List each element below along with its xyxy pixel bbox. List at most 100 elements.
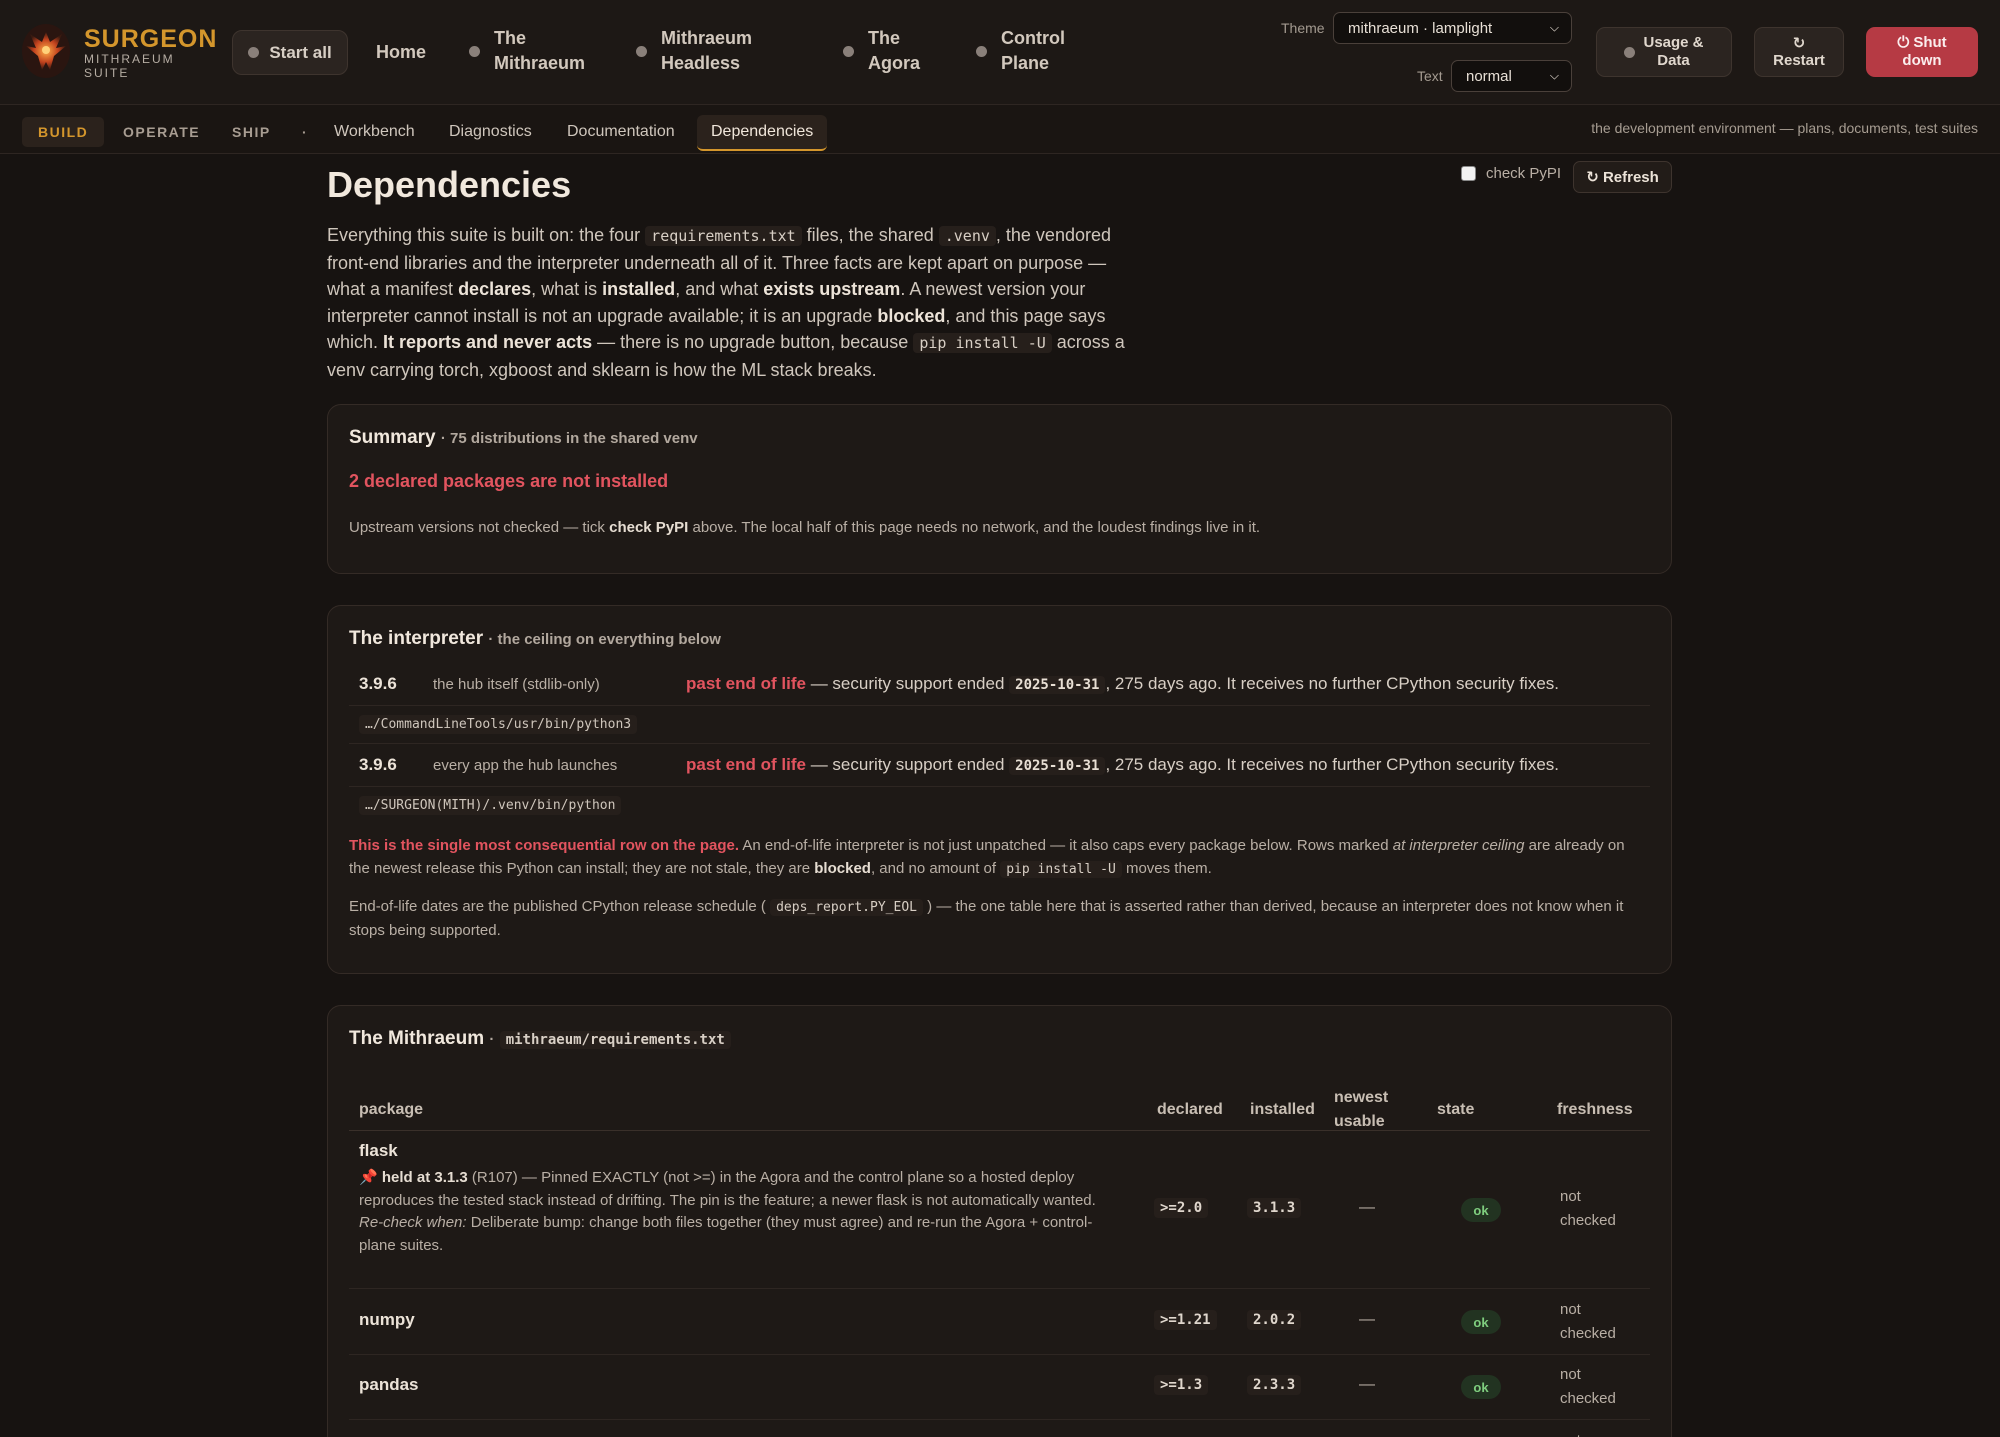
interpreter-note: This is the single most consequential ro… <box>349 835 1649 881</box>
restart-label: Restart <box>1773 52 1825 69</box>
intro-bold: exists upstream <box>763 279 901 299</box>
status-dot-icon <box>1624 46 1636 58</box>
check-pypi-toggle[interactable]: check PyPI <box>1461 165 1561 182</box>
interpreter-eol-note: End-of-life dates are the published CPyt… <box>349 896 1649 942</box>
recheck-text: Deliberate bump: change both files toget… <box>359 1214 1093 1254</box>
interpreter-path: …/SURGEON(MITH)/.venv/bin/python <box>359 796 622 815</box>
brand: SURGEON MITHRAEUM SUITE <box>84 26 217 80</box>
theme-select-value: mithraeum · lamplight <box>1348 19 1493 37</box>
summary-note-text: above. The local half of this page needs… <box>688 519 1261 536</box>
freshness: not <box>1560 1429 1640 1437</box>
interpreter-row: 3.9.6 the hub itself (stdlib-only) past … <box>349 664 1650 706</box>
shutdown-button[interactable]: ⏻ Shut down <box>1866 27 1978 77</box>
refresh-button[interactable]: ↻ Refresh <box>1573 161 1672 193</box>
newest-usable: — <box>1359 1199 1375 1216</box>
mode-build[interactable]: BUILD <box>22 117 105 147</box>
mode-ship[interactable]: SHIP <box>216 117 287 147</box>
freshness-line1: not <box>1560 1429 1640 1437</box>
table-row: pandas >=1.3 2.3.3 — ok not checked <box>349 1355 1650 1420</box>
summary-alert: 2 declared packages are not installed <box>349 471 669 491</box>
intro-bold: It reports and never acts <box>383 332 593 352</box>
freshness-line2: checked <box>1560 1325 1616 1342</box>
brand-name: SURGEON <box>84 25 218 53</box>
theme-select[interactable]: mithraeum · lamplight ⌵ <box>1333 12 1572 44</box>
summary-note: Upstream versions not checked — tick che… <box>349 519 1260 536</box>
nav-mithraeum-headless[interactable]: Mithraeum Headless <box>636 26 752 76</box>
summary-card: Summary · 75 distributions in the shared… <box>327 404 1672 574</box>
subbar-description: the development environment — plans, doc… <box>1591 120 1978 136</box>
state-badge: ok <box>1461 1310 1501 1334</box>
freshness-line2: checked <box>1560 1390 1616 1407</box>
nav-home[interactable]: Home <box>376 40 426 65</box>
surgeon-logo-icon[interactable] <box>20 22 72 80</box>
intro-code: requirements.txt <box>645 226 802 246</box>
text-size-select[interactable]: normal ⌵ <box>1451 60 1572 92</box>
status-text: — security support ended <box>805 755 1010 774</box>
shutdown-label-line1: ⏻ Shut <box>1897 34 1947 51</box>
tab-diagnostics[interactable]: Diagnostics <box>435 117 546 147</box>
newest-usable: — <box>1359 1311 1375 1328</box>
usage-data-button[interactable]: Usage & Data <box>1596 27 1732 77</box>
mode-operate[interactable]: OPERATE <box>107 117 216 147</box>
table-row: not <box>349 1421 1650 1437</box>
declared-version: >=2.0 <box>1154 1198 1209 1218</box>
interpreter-desc: the hub itself (stdlib-only) <box>433 676 600 693</box>
status-text: , 275 days ago. It receives no further C… <box>1105 674 1559 693</box>
nav-the-mithraeum[interactable]: The Mithraeum <box>469 26 585 76</box>
check-pypi-checkbox[interactable] <box>1461 166 1476 181</box>
interpreter-note-text: An end-of-life interpreter is not just u… <box>739 837 1393 854</box>
tab-workbench[interactable]: Workbench <box>320 117 429 147</box>
eol-date: 2025-10-31 <box>1009 757 1106 775</box>
start-all-button[interactable]: Start all <box>232 30 348 75</box>
nav-label-line2: Mithraeum <box>494 53 586 73</box>
nav-home-label: Home <box>376 42 427 62</box>
status-text: — security support ended <box>805 674 1010 693</box>
pin-note: 📌 held at 3.1.3 (R107) — Pinned EXACTLY … <box>359 1167 1119 1257</box>
nav-label-line2: Agora <box>868 53 921 73</box>
freshness-line1: not <box>1560 1188 1581 1205</box>
brand-sub-1: MITHRAEUM <box>84 52 175 66</box>
tab-dependencies[interactable]: Dependencies <box>697 115 828 151</box>
intro-text: , what is <box>531 279 603 299</box>
chevron-down-icon: ⌵ <box>1549 20 1559 35</box>
declared-version: >=1.3 <box>1154 1375 1209 1395</box>
intro-bold: blocked <box>877 305 946 326</box>
chevron-down-icon: ⌵ <box>1549 68 1559 83</box>
intro-paragraph: Everything this suite is built on: the f… <box>327 222 1127 383</box>
col-package: package <box>359 1101 424 1118</box>
subnav-separator: · <box>302 124 309 140</box>
mithraeum-card: The Mithraeum · mithraeum/requirements.t… <box>327 1005 1672 1437</box>
interpreter-version: 3.9.6 <box>359 755 397 774</box>
col-newest-line1: newest <box>1334 1089 1389 1106</box>
intro-text: — there is no upgrade button, because <box>592 332 914 352</box>
state-badge: ok <box>1461 1375 1501 1399</box>
status-dot-icon <box>636 45 647 57</box>
intro-text: , and what <box>675 279 764 299</box>
installed-version: 2.0.2 <box>1247 1310 1302 1330</box>
nav-label-line2: Headless <box>661 53 741 73</box>
interpreter-path-row: …/CommandLineTools/usr/bin/python3 <box>349 706 1650 744</box>
nav-label-line1: Control <box>1001 28 1065 48</box>
nav-the-agora[interactable]: The Agora <box>843 26 920 76</box>
interpreter-note-code: pip install -U <box>1000 860 1122 878</box>
usage-label-line1: Usage & <box>1643 34 1704 51</box>
status-dot-icon <box>976 45 987 57</box>
nav-label-line1: The <box>494 28 527 48</box>
package-name: flask <box>359 1141 398 1160</box>
interpreter-note-text: End-of-life dates are the published CPyt… <box>349 898 771 915</box>
text-size-select-value: normal <box>1466 67 1512 85</box>
summary-title-text: Summary <box>349 427 436 448</box>
status-dot-icon <box>248 47 260 58</box>
tab-documentation[interactable]: Documentation <box>553 117 689 147</box>
freshness-line2: checked <box>1560 1212 1616 1229</box>
interpreter-version: 3.9.6 <box>359 674 397 693</box>
interpreter-note-text: , and no amount of <box>870 859 1001 877</box>
nav-control-plane[interactable]: Control Plane <box>976 26 1065 76</box>
status-dot-icon <box>843 45 854 57</box>
interpreter-note-italic: at interpreter ceiling <box>1392 837 1525 854</box>
freshness-line1: not <box>1560 1301 1581 1318</box>
freshness: not checked <box>1560 1185 1640 1233</box>
table-row: numpy >=1.21 2.0.2 — ok not checked <box>349 1290 1650 1355</box>
col-installed: installed <box>1250 1101 1315 1118</box>
restart-button[interactable]: ↻ Restart <box>1754 27 1844 77</box>
